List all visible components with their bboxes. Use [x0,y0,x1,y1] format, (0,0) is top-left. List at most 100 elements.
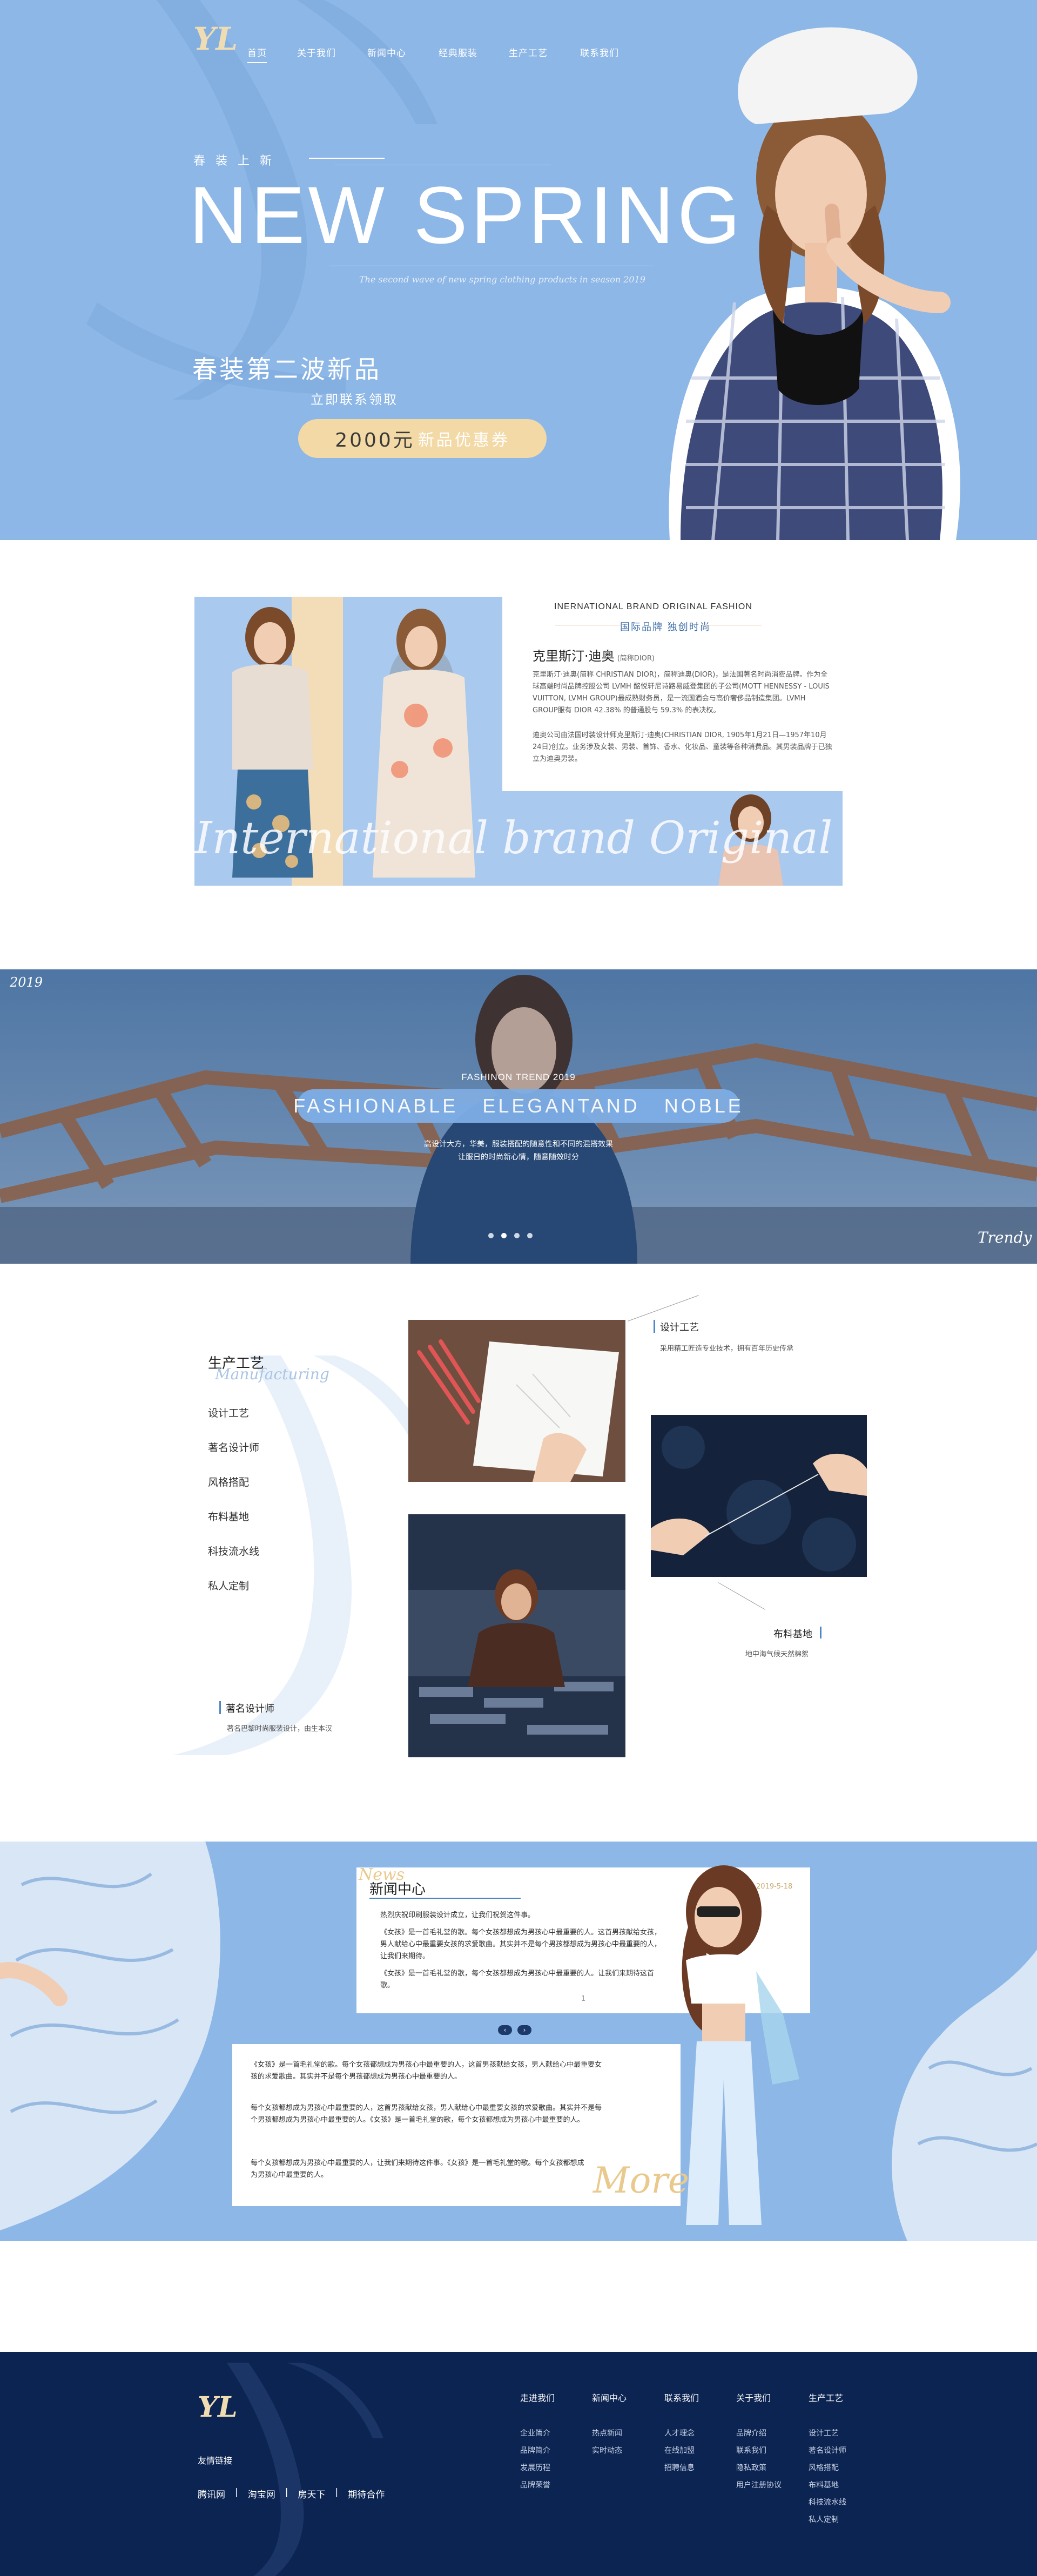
news-pager: ‹ › [498,2025,531,2035]
footer-col-brand-title: 关于我们 [736,2393,771,2403]
footer-link[interactable]: 实时动态 [592,2445,622,2456]
friend-link-separator: | [285,2487,288,2498]
news-left-model-image [0,1842,220,2230]
footer-link[interactable]: 科技流水线 [809,2497,846,2507]
banner-title-pill: FASHIONABLE ELEGANTAND NOBLE [293,1089,741,1123]
footer-link[interactable]: 著名设计师 [809,2445,846,2456]
friend-link-taobao[interactable]: 淘宝网 [248,2487,275,2500]
friend-link-separator: | [335,2487,339,2498]
brand-name: 克里斯汀·迪奥 (简称DIOR) [533,645,655,664]
nav-about[interactable]: 关于我们 [297,45,336,59]
banner-year: 2019 [10,975,43,990]
trend-banner: 2019 FASHINON TREND 2019 FASHIONABLE ELE… [0,969,1037,1264]
news-box2-para-3: 每个女孩都想成为男孩心中最重要的人，让我们来期待这件事。《女孩》是一首毛礼堂的歌… [251,2159,584,2179]
footer-link[interactable]: 私人定制 [809,2514,839,2525]
brand-card: International brand Original fash INERNA… [194,597,843,886]
nav-news[interactable]: 新闻中心 [367,45,406,59]
carousel-dot-3[interactable] [514,1233,520,1238]
designer-card-title: 著名设计师 [226,1703,274,1715]
fabric-card-desc: 地中海气候天然棉絮 [745,1650,809,1658]
news-section: News 新闻中心 2019-5-18 热烈庆祝印刷服装设计成立，让我们祝贺这件… [0,1842,1037,2247]
footer-link[interactable]: 布料基地 [809,2479,839,2490]
nav-home[interactable]: 首页 [247,45,267,63]
side-link-fabric[interactable]: 布料基地 [208,1509,249,1523]
footer-link[interactable]: 用户注册协议 [736,2479,782,2490]
coupon-button[interactable]: 2000元 新品优惠券 [298,419,547,458]
production-section: 生产工艺 Manufacturing 设计工艺 著名设计师 风格搭配 布料基地 … [0,1264,1037,1842]
footer-link[interactable]: 品牌介绍 [736,2427,766,2438]
friend-link-tencent[interactable]: 腾讯网 [198,2487,225,2500]
footer-link[interactable]: 隐私政策 [736,2462,766,2473]
banner-eyebrow: FASHINON TREND 2019 [461,1072,576,1082]
footer-link[interactable]: 招聘信息 [664,2462,695,2473]
design-sketch-image[interactable] [408,1320,625,1482]
banner-carousel-dots [488,1233,533,1238]
news-right-model-image [892,1842,1037,2241]
nav-production[interactable]: 生产工艺 [509,45,548,59]
designer-card-bar [219,1701,221,1714]
hero-contact-text: 立即联系领取 [311,392,398,407]
site-footer: YL 友情链接 腾讯网 | 淘宝网 | 房天下 | 期待合作 走进我们 企业简介 品牌… [0,2352,1037,2576]
brand-eyebrow-en: INERNATIONAL BRAND ORIGINAL FASHION [554,602,752,611]
footer-logo[interactable]: YL [198,2391,238,2424]
nav-classic-wear[interactable]: 经典服装 [439,45,477,59]
footer-link[interactable]: 设计工艺 [809,2427,839,2438]
coupon-amount: 2000元 [335,429,415,451]
friend-link-cooperate[interactable]: 期待合作 [348,2487,385,2500]
footer-friend-links-title: 友情链接 [198,2456,233,2466]
side-link-custom[interactable]: 私人定制 [208,1578,249,1593]
banner-desc-2: 让服日的时尚新心情，随意随效时分 [458,1153,579,1162]
footer-link[interactable]: 风格搭配 [809,2462,839,2473]
hero-eyebrow: 春 装 上 新 [193,154,275,168]
brand-logo[interactable]: YL [193,23,238,55]
designer-card-desc: 著名巴黎时尚服装设计，由生本汉 [227,1725,333,1733]
footer-link[interactable]: 在线加盟 [664,2445,695,2456]
footer-link[interactable]: 人才理念 [664,2427,695,2438]
banner-signature: Trendy [978,1229,1032,1246]
carousel-dot-2[interactable] [501,1233,507,1238]
side-link-designer[interactable]: 著名设计师 [208,1440,259,1454]
brand-paragraph-1: 克里斯汀·迪奥(简称 CHRISTIAN DIOR)，简称迪奥(DIOR)，是法… [533,671,830,714]
footer-link[interactable]: 企业简介 [520,2427,550,2438]
friend-link-fang[interactable]: 房天下 [298,2487,325,2500]
footer-link[interactable]: 联系我们 [736,2445,766,2456]
hero-banner: YL 首页 关于我们 新闻中心 经典服装 生产工艺 联系我们 春 装 上 新 N… [0,0,1037,540]
footer-col-contact-title: 联系我们 [664,2393,699,2403]
footer-col-news-title: 新闻中心 [592,2393,627,2403]
workshop-image[interactable] [408,1514,625,1757]
banner-desc-1: 高设计大方，华美，服装搭配的随意性和不同的混搭效果 [424,1140,613,1149]
news-card-bottom: 《女孩》是一首毛礼堂的歌。每个女孩都想成为男孩心中最重要的人，这首男孩献给女孩，… [232,2044,689,2206]
footer-link[interactable]: 热点新闻 [592,2427,622,2438]
brand-section: International brand Original fash INERNA… [0,540,1037,972]
side-link-style[interactable]: 风格搭配 [208,1474,249,1489]
fabric-card-bar [820,1627,821,1638]
side-link-tech-line[interactable]: 科技流水线 [208,1543,259,1558]
news-prev-button[interactable]: ‹ [498,2025,512,2035]
footer-link[interactable]: 品牌简介 [520,2445,550,2456]
coupon-label: 新品优惠券 [418,431,510,450]
carousel-dot-4[interactable] [527,1233,533,1238]
hero-subtitle: 春装第二波新品 [192,355,381,384]
news-title: 新闻中心 [369,1882,426,1898]
fabric-card-title: 布料基地 [773,1629,812,1640]
news-box2-para-1: 《女孩》是一首毛礼堂的歌。每个女孩都想成为男孩心中最重要的人，这首男孩献给女孩，… [251,2061,602,2081]
fabric-callout-line [718,1582,765,1610]
brand-name-note: (简称DIOR) [617,655,655,663]
design-callout-line [627,1295,699,1321]
news-next-button[interactable]: › [517,2025,531,2035]
production-subtitle-en: Manufacturing [215,1365,329,1383]
news-title-underline [369,1898,521,1899]
news-page-indicator: 1 [581,1995,586,2003]
brand-name-cn: 克里斯汀·迪奥 [533,649,615,664]
hero-eyebrow-line [309,158,385,159]
hero-tagline: The second wave of new spring clothing p… [359,274,645,285]
carousel-dot-1[interactable] [488,1233,494,1238]
side-link-design[interactable]: 设计工艺 [208,1405,249,1420]
footer-friend-links: 腾讯网 | 淘宝网 | 房天下 | 期待合作 [198,2487,385,2500]
footer-link[interactable]: 品牌荣誉 [520,2479,550,2490]
fabric-image[interactable] [651,1415,867,1577]
news-body-2: 《女孩》是一首毛礼堂的歌，每个女孩都想成为男孩心中最重要的人。让我们来期待这首歌… [380,1970,655,1990]
footer-link[interactable]: 发展历程 [520,2462,550,2473]
footer-col-about-title: 走进我们 [520,2393,555,2403]
banner-title: FASHIONABLE ELEGANTAND NOBLE [293,1095,744,1117]
